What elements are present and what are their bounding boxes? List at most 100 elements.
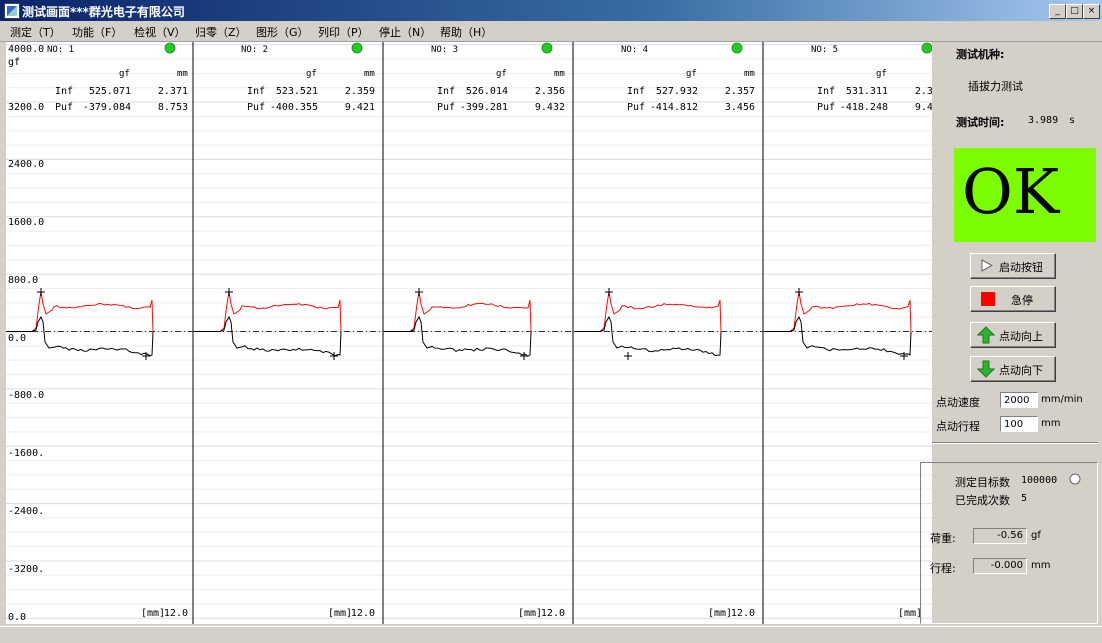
inf-mm-value: 2.348 bbox=[915, 86, 932, 97]
grid bbox=[6, 44, 932, 619]
jog-speed-input[interactable]: 2000 bbox=[1000, 392, 1038, 408]
minimize-button[interactable]: _ bbox=[1049, 4, 1066, 19]
pull-force-curve bbox=[764, 315, 912, 356]
inf-gf-value: 523.521 bbox=[276, 86, 318, 97]
x-end-label: 12.0 bbox=[541, 608, 565, 619]
jog-down-button[interactable]: 点动向下 bbox=[970, 356, 1056, 382]
menu-graph[interactable]: 图形（G） bbox=[256, 24, 309, 40]
col-header-mm: mm bbox=[177, 69, 188, 79]
puf-mm-value: 9.422 bbox=[915, 102, 932, 113]
done-count-label: 已完成次数 bbox=[955, 494, 1010, 507]
col-header-mm: mm bbox=[744, 69, 755, 79]
jog-speed-label: 点动速度 bbox=[936, 396, 980, 409]
puf-mm-value: 9.421 bbox=[345, 102, 375, 113]
x-end-label: 12.0 bbox=[164, 608, 188, 619]
puf-gf-value: -399.281 bbox=[460, 102, 508, 113]
status-led-icon bbox=[541, 42, 553, 54]
puf-gf-value: -418.248 bbox=[840, 102, 888, 113]
status-led-icon bbox=[731, 42, 743, 54]
inf-mm-value: 2.356 bbox=[535, 86, 565, 97]
menu-view[interactable]: 检视（V） bbox=[134, 24, 186, 40]
target-count-label: 测定目标数 bbox=[955, 476, 1010, 489]
inf-gf-value: 527.932 bbox=[656, 86, 698, 97]
puf-gf-value: -379.084 bbox=[83, 102, 131, 113]
channel-label: NO: 1 bbox=[47, 45, 74, 55]
col-header-gf: gf bbox=[306, 69, 317, 79]
inf-mm-value: 2.371 bbox=[158, 86, 188, 97]
channel-label: NO: 5 bbox=[811, 45, 838, 55]
result-indicator: OK bbox=[954, 148, 1096, 242]
result-text: OK bbox=[962, 155, 1060, 228]
x-end-label: 12.0 bbox=[731, 608, 755, 619]
puf-label: Puf bbox=[817, 102, 835, 113]
inf-gf-value: 531.311 bbox=[846, 86, 888, 97]
start-button[interactable]: 启动按钮 bbox=[970, 253, 1056, 279]
x-end-label: 12.0 bbox=[351, 608, 375, 619]
stroke-label: 行程: bbox=[930, 562, 956, 575]
inf-gf-value: 525.071 bbox=[89, 86, 131, 97]
menu-zero[interactable]: 归零（Z） bbox=[195, 24, 247, 40]
plot-area: 4000.0 gf 3200.0 2400.0 1600.0 800.0 0.0… bbox=[6, 42, 945, 624]
load-unit: gf bbox=[1031, 530, 1041, 541]
col-header-mm: mm bbox=[364, 69, 375, 79]
jog-stroke-label: 点动行程 bbox=[936, 420, 980, 433]
test-type-value: 插拔力测试 bbox=[968, 80, 1023, 93]
test-time-value: 3.989 bbox=[1028, 115, 1059, 126]
inf-label: Inf bbox=[627, 86, 645, 97]
menu-measure[interactable]: 测定（T） bbox=[10, 24, 61, 40]
col-header-mm: mm bbox=[554, 69, 565, 79]
status-led-icon bbox=[164, 42, 176, 54]
puf-label: Puf bbox=[247, 102, 265, 113]
channel-label: NO: 3 bbox=[431, 45, 458, 55]
insertion-force-curve bbox=[764, 291, 912, 333]
insertion-force-curve bbox=[6, 291, 154, 333]
insertion-force-curve bbox=[384, 291, 532, 333]
close-button[interactable]: × bbox=[1083, 4, 1100, 19]
load-label: 荷重: bbox=[930, 532, 956, 545]
y-tick-label: 0.0 bbox=[8, 333, 26, 344]
col-header-gf: gf bbox=[876, 69, 887, 79]
menu-print[interactable]: 列印（P） bbox=[318, 24, 369, 40]
stop-icon bbox=[981, 292, 995, 306]
inf-label: Inf bbox=[437, 86, 455, 97]
test-type-label: 测试机种: bbox=[956, 48, 1005, 61]
jog-stroke-input[interactable]: 100 bbox=[1000, 416, 1038, 432]
done-count-value: 5 bbox=[1021, 493, 1028, 504]
title-bar: 测试画面***群光电子有限公司 _ □ × bbox=[0, 0, 1102, 21]
pull-force-curve bbox=[194, 315, 342, 357]
panel-divider bbox=[932, 442, 1098, 444]
y-tick-label: -2400. bbox=[8, 506, 44, 517]
insertion-force-curve bbox=[194, 291, 342, 333]
maximize-button[interactable]: □ bbox=[1066, 4, 1083, 19]
y-tick-label: 1600.0 bbox=[8, 217, 44, 228]
pull-force-curve bbox=[6, 315, 154, 357]
menu-function[interactable]: 功能（F） bbox=[72, 24, 122, 40]
status-bar bbox=[0, 626, 1102, 643]
stroke-unit: mm bbox=[1031, 560, 1051, 571]
puf-gf-value: -414.812 bbox=[650, 102, 698, 113]
test-time-unit: s bbox=[1069, 115, 1076, 126]
status-led-icon bbox=[921, 42, 933, 54]
jog-up-button[interactable]: 点动向上 bbox=[970, 322, 1056, 348]
y-tick-label: -800.0 bbox=[8, 390, 44, 401]
col-header-gf: gf bbox=[686, 69, 697, 79]
radio-button[interactable] bbox=[1069, 473, 1081, 485]
x-unit-label: [mm] bbox=[898, 608, 922, 619]
y-tick-label: 2400.0 bbox=[8, 159, 44, 170]
insertion-force-curve bbox=[574, 291, 722, 333]
menu-help[interactable]: 帮助（H） bbox=[440, 24, 492, 40]
emergency-stop-label: 急停 bbox=[1011, 294, 1033, 307]
target-count-value: 100000 bbox=[1021, 475, 1058, 486]
y-unit-label: gf bbox=[8, 57, 20, 68]
puf-label: Puf bbox=[55, 102, 73, 113]
window-title: 测试画面***群光电子有限公司 bbox=[22, 5, 185, 19]
x-unit-label: [mm] bbox=[708, 608, 732, 619]
jog-stroke-unit: mm bbox=[1041, 418, 1061, 429]
puf-mm-value: 8.753 bbox=[158, 102, 188, 113]
emergency-stop-button[interactable]: 急停 bbox=[970, 286, 1056, 312]
channel-label: NO: 2 bbox=[241, 45, 268, 55]
menu-stop[interactable]: 停止（N） bbox=[379, 24, 431, 40]
puf-mm-value: 3.456 bbox=[725, 102, 755, 113]
x-unit-label: [mm] bbox=[518, 608, 542, 619]
y-tick-label: 800.0 bbox=[8, 275, 38, 286]
